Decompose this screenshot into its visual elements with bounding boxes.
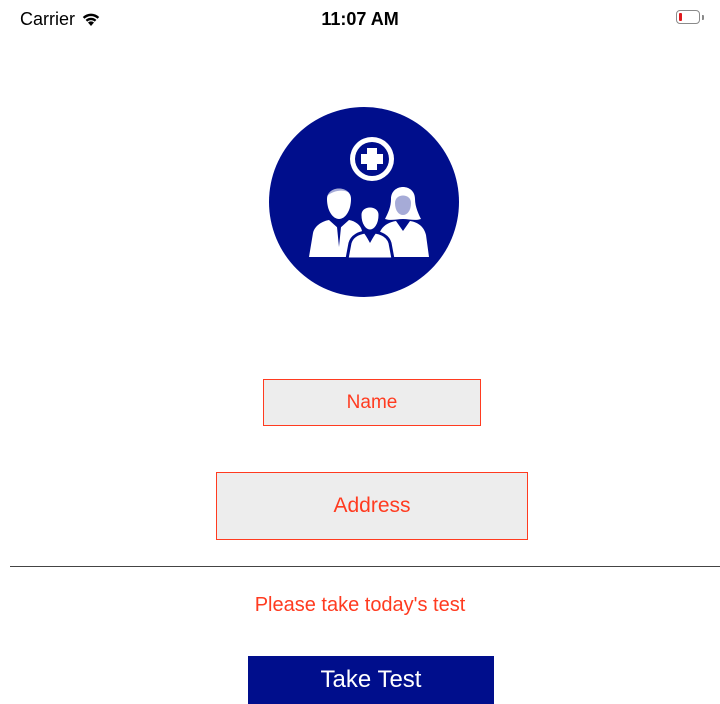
name-field[interactable]: Name <box>263 379 481 426</box>
address-placeholder: Address <box>333 494 411 517</box>
battery-icon <box>676 10 704 26</box>
battery-body <box>676 10 700 24</box>
take-test-button[interactable]: Take Test <box>248 656 494 704</box>
divider <box>10 566 720 567</box>
family-health-icon <box>269 107 459 297</box>
status-time: 11:07 AM <box>321 9 399 29</box>
test-prompt: Please take today's test <box>254 594 466 616</box>
address-field[interactable]: Address <box>216 472 528 540</box>
battery-level <box>679 13 682 21</box>
take-test-label: Take Test <box>320 666 422 693</box>
name-placeholder: Name <box>346 391 398 413</box>
app-screen: Carrier 11:07 AM Name Address Please tak… <box>0 0 720 704</box>
battery-tip <box>702 15 704 20</box>
status-bar: Carrier 11:07 AM <box>0 0 720 40</box>
